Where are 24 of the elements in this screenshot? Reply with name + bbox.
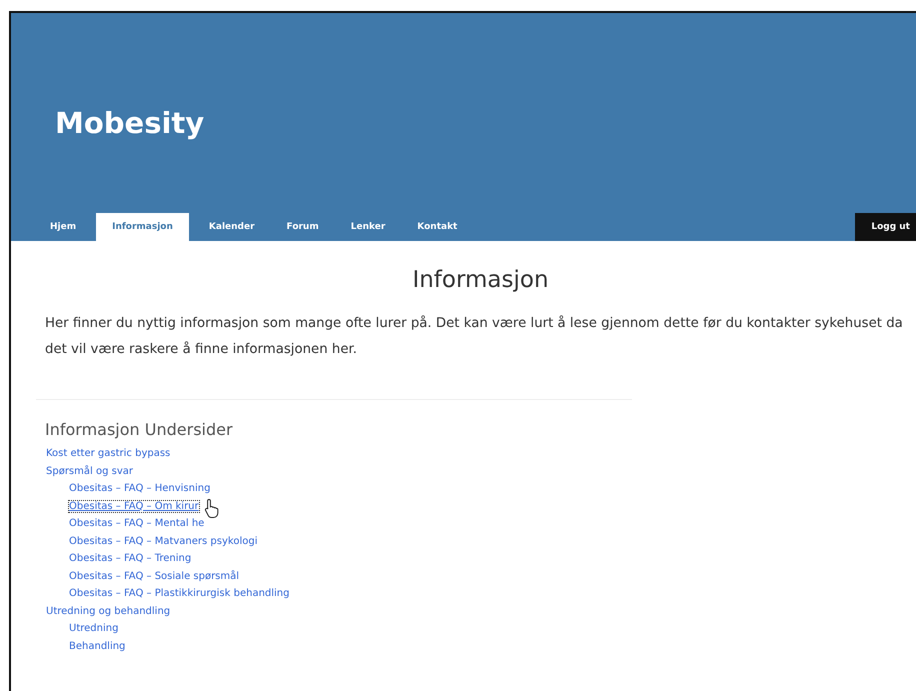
subpage-link[interactable]: Obesitas – FAQ – Mental he <box>68 517 206 530</box>
subpage-link[interactable]: Obesitas – FAQ – Matvaners psykologi <box>68 534 258 548</box>
subpage-link[interactable]: Obesitas – FAQ – Trening <box>68 552 192 566</box>
nav-tab[interactable]: Hjem <box>38 213 88 241</box>
nav-tab[interactable]: Kontakt <box>405 213 470 241</box>
subpage-link[interactable]: Obesitas – FAQ – Sosiale spørsmål <box>68 570 240 583</box>
subpage-link[interactable]: Obesitas – FAQ – Henvisning <box>68 482 212 496</box>
subpage-link[interactable]: Kost etter gastric bypass <box>45 447 172 460</box>
subpage-link[interactable]: Obesitas – FAQ – Plastikkirurgisk behandling <box>68 587 290 600</box>
logout-button[interactable]: Logg ut <box>855 213 916 241</box>
subpage-link[interactable]: Utredning og behandling <box>45 604 172 618</box>
subpage-link[interactable]: Behandling <box>68 640 126 653</box>
subpage-link[interactable]: Obesitas – FAQ – Om kirur <box>68 500 200 513</box>
site-title: Mobesity <box>55 106 204 140</box>
subpages-heading: Informasjon Undersider <box>45 420 234 439</box>
page-heading: Informasjon <box>411 267 550 293</box>
nav-tab[interactable]: Kalender <box>196 213 267 241</box>
nav-tab[interactable]: Lenker <box>338 213 398 241</box>
subpage-link[interactable]: Utredning <box>68 622 120 636</box>
intro-paragraph: Her finner du nyttig informasjon som mange ofte lurer på. Det kan være lurt å lese gjennom dette før du kontakter sykehuset da det vil være raskere å finne informasjonen her. <box>45 314 904 359</box>
subpage-link[interactable]: Spørsmål og svar <box>45 464 134 478</box>
nav-tab[interactable]: Informasjon <box>96 213 189 241</box>
hand-cursor-icon <box>204 498 220 518</box>
nav-tab[interactable]: Forum <box>274 213 331 241</box>
